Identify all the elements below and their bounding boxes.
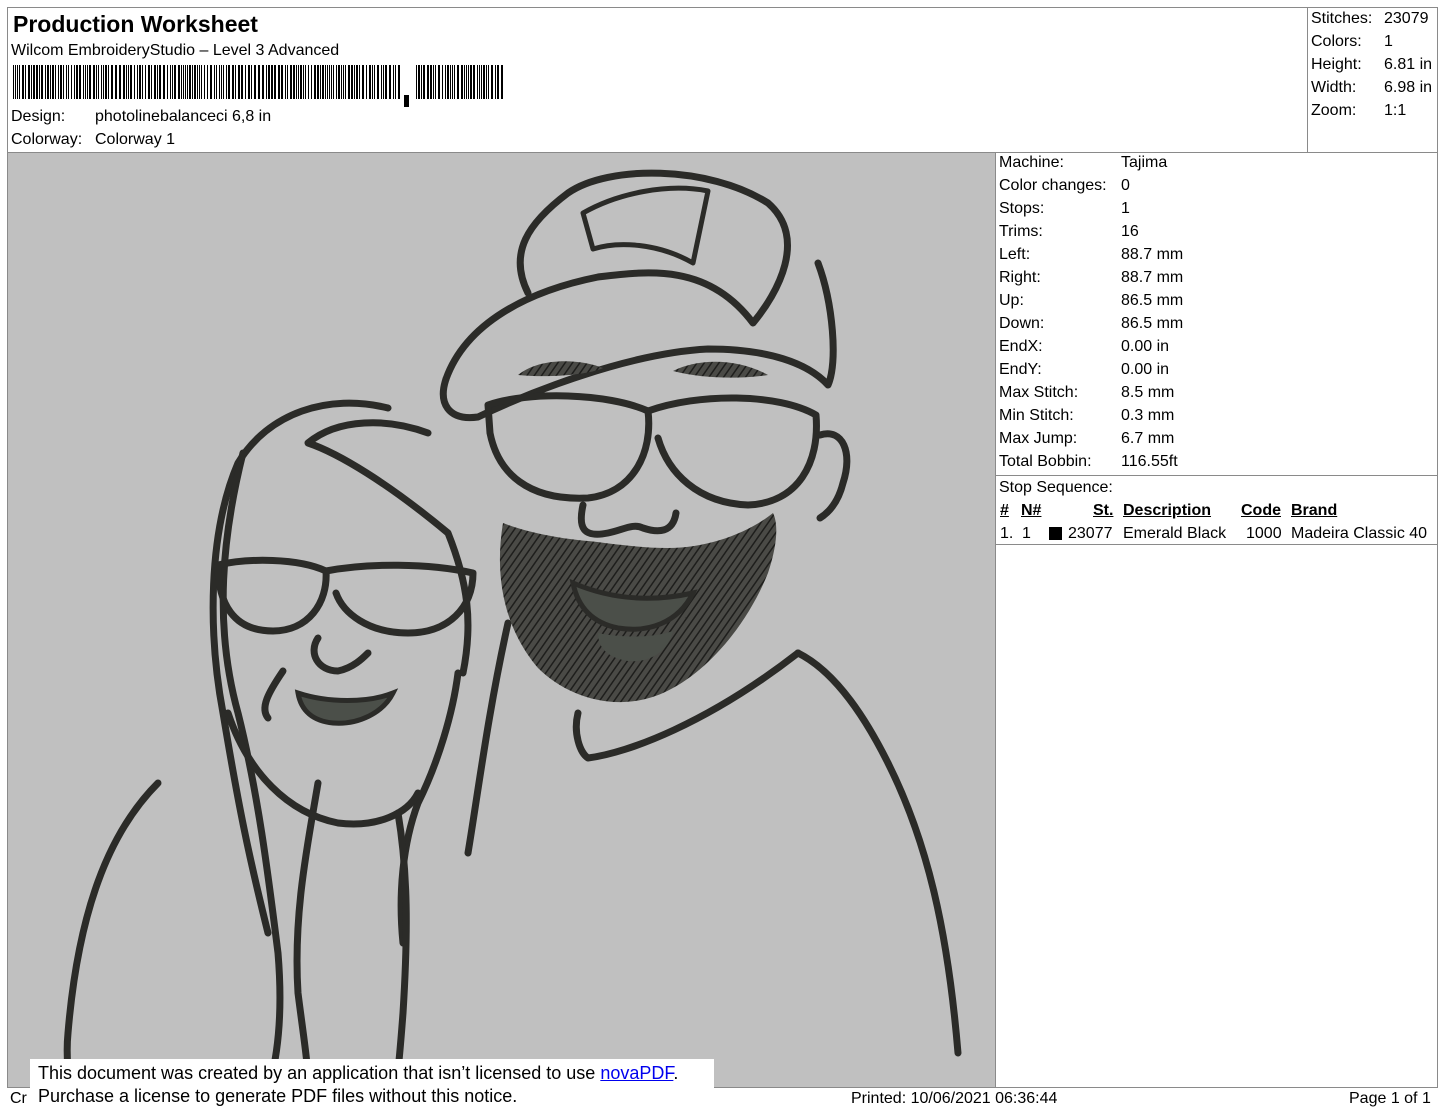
summary-panel: Stitches: 23079 Colors: 1 Height: 6.81 in W… <box>1307 7 1438 153</box>
novapdf-link[interactable]: novaPDF <box>600 1063 673 1083</box>
machine-stats-panel: Machine: Tajima Color changes: 0 Stops: 1 T… <box>995 152 1438 476</box>
printed-date: Printed: 10/06/2021 06:36:44 <box>851 1090 1058 1107</box>
col-header-num: # <box>1000 502 1009 519</box>
col-header-brand: Brand <box>1291 502 1338 519</box>
woman-glasses-right <box>322 561 477 637</box>
stat-trims: Trims: 16 <box>999 223 1139 240</box>
row-description: Emerald Black <box>1123 525 1227 542</box>
man-brow-right <box>673 361 768 378</box>
design-row: Design: photolinebalanceci 6,8 in <box>11 108 271 126</box>
stat-right: Right: 88.7 mm <box>999 269 1184 286</box>
woman-glasses-left <box>214 556 330 635</box>
man-shoulder <box>794 649 962 1057</box>
stat-max-jump: Max Jump: 6.7 mm <box>999 430 1175 447</box>
stat-machine: Machine: Tajima <box>999 154 1168 171</box>
license-notice: This document was created by an applicat… <box>30 1059 714 1111</box>
stat-up: Up: 86.5 mm <box>999 292 1184 309</box>
notice-line-1: This document was created by an applicat… <box>38 1063 679 1083</box>
worksheet-title: Production Worksheet <box>13 11 258 37</box>
row-brand: Madeira Classic 40 <box>1291 525 1428 542</box>
footer-fragment: Cr <box>10 1090 27 1107</box>
notice-line-2: Purchase a license to generate PDF files… <box>38 1086 518 1106</box>
col-header-description: Description <box>1123 502 1212 519</box>
design-preview <box>7 152 996 1088</box>
stat-down: Down: 86.5 mm <box>999 315 1184 332</box>
row-stitches: 23077 <box>1068 525 1113 542</box>
barcode <box>13 65 503 107</box>
woman-cheek <box>261 667 287 722</box>
col-header-code: Code <box>1241 502 1281 519</box>
woman-hair-inner <box>304 419 472 677</box>
stat-stops: Stops: 1 <box>999 200 1130 217</box>
stat-left: Left: 88.7 mm <box>999 246 1184 263</box>
empty-panel <box>995 544 1438 1088</box>
worksheet-header: Production Worksheet Wilcom EmbroiderySt… <box>7 7 1308 153</box>
man-nose <box>577 501 680 538</box>
col-header-needle: N# <box>1021 502 1042 519</box>
design-label: Design: <box>11 108 66 125</box>
design-name: photolinebalanceci 6,8 in <box>95 108 272 125</box>
woman-hair-strand-3 <box>293 779 322 1087</box>
man-ear <box>816 430 851 522</box>
stat-max-stitch: Max Stitch: 8.5 mm <box>999 384 1175 401</box>
colorway-name: Colorway 1 <box>95 131 176 148</box>
stop-sequence-title: Stop Sequence: <box>999 479 1113 496</box>
thread-color-swatch <box>1049 527 1062 540</box>
stat-endx: EndX: 0.00 in <box>999 338 1170 355</box>
stop-sequence-panel: Stop Sequence: # N# St. Description Code… <box>995 475 1438 545</box>
row-num: 1. <box>1000 525 1014 542</box>
man-glasses-left <box>484 392 653 502</box>
stat-endy: EndY: 0.00 in <box>999 361 1170 378</box>
embroidery-portrait <box>63 169 962 1087</box>
summary-stitches: Stitches: 23079 <box>1311 10 1429 27</box>
woman-shoulder-left <box>63 779 162 1087</box>
stat-total-bobbin: Total Bobbin: 116.55ft <box>999 453 1178 470</box>
woman-body <box>392 809 410 1087</box>
stat-color-changes: Color changes: 0 <box>999 177 1130 194</box>
woman-nose <box>310 634 372 675</box>
summary-height: Height: 6.81 in <box>1311 56 1433 73</box>
software-name: Wilcom EmbroideryStudio – Level 3 Advanc… <box>11 42 340 59</box>
summary-width: Width: 6.98 in <box>1311 79 1433 96</box>
page-number: Page 1 of 1 <box>1349 1090 1431 1107</box>
row-needle: 1 <box>1022 525 1031 542</box>
summary-colors: Colors: 1 <box>1311 33 1393 50</box>
stat-min-stitch: Min Stitch: 0.3 mm <box>999 407 1175 424</box>
cap-patch <box>580 185 711 266</box>
woman-mouth <box>294 688 399 726</box>
summary-zoom: Zoom: 1:1 <box>1311 102 1407 119</box>
man-glasses-right <box>644 394 820 509</box>
colorway-row: Colorway: Colorway 1 <box>11 131 175 149</box>
col-header-stitches: St. <box>1093 502 1114 519</box>
row-code: 1000 <box>1246 525 1282 542</box>
colorway-label: Colorway: <box>11 131 83 148</box>
man-body-left <box>464 619 512 857</box>
